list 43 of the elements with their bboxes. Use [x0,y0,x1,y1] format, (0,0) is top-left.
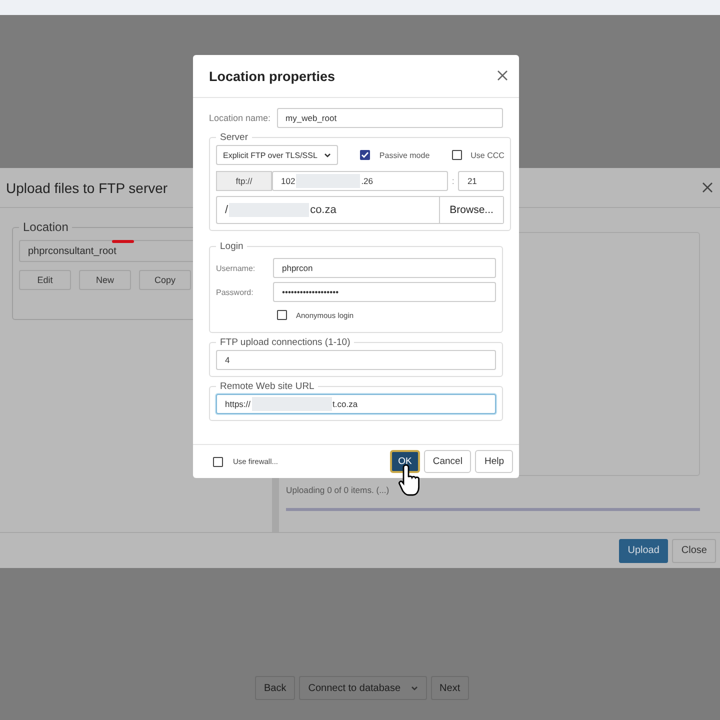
dialog-button[interactable]: Cancel [424,450,472,473]
dialog-button[interactable]: Help [475,450,513,473]
annotation-mark [112,240,134,243]
step-dropdown[interactable]: Connect to database [299,676,427,700]
ok-button[interactable]: OK [390,450,420,473]
checkbox[interactable] [277,310,287,320]
group-legend: Login [216,241,248,252]
dialog-title: Upload files to FTP server [6,180,168,196]
url-field[interactable]: https:// t.co.za [216,394,496,414]
dialog-button[interactable]: Close [672,538,716,562]
group-legend: Location [19,220,72,234]
location-button[interactable]: Edit [19,270,71,290]
password-field[interactable]: ••••••••••••••••••• [273,282,496,302]
field-label: Username: [216,264,256,272]
primary-button[interactable]: Upload [618,538,668,562]
username-field[interactable]: phprcon [273,258,496,278]
back-button[interactable]: Back [255,676,296,700]
separator-label: : [452,176,454,186]
checkbox-label: Use CCC [470,150,504,160]
checkbox[interactable] [452,150,462,160]
location-name-field[interactable]: my_web_root [276,108,503,128]
group-legend: Remote Web site URL [216,381,318,392]
scheme-label: ftp:// [216,171,272,191]
close-icon[interactable] [497,70,508,81]
checkbox[interactable] [213,456,223,466]
location-button[interactable]: New [79,270,131,290]
checkbox-label: Passive mode [379,150,430,160]
caret-icon [410,686,418,690]
port-field[interactable]: 21 [458,171,504,191]
next-button[interactable]: Next [430,676,470,700]
upload-status: Uploading 0 of 0 items. (...) [286,485,390,495]
location-button[interactable]: Copy [139,270,191,290]
close-icon[interactable] [702,182,713,192]
checkbox[interactable] [360,150,370,160]
host-field[interactable]: 102 .26 [272,171,448,191]
connections-field[interactable]: 4 [216,350,496,370]
group-legend: FTP upload connections (1-10) [216,337,354,348]
caret-icon [324,152,332,158]
group-legend: Server [216,132,252,143]
protocol-select[interactable]: Explicit FTP over TLS/SSL [216,145,338,165]
field-label: Location name: [209,113,271,123]
dialog-title: Location properties [209,68,336,84]
field-label: Password: [216,288,254,296]
